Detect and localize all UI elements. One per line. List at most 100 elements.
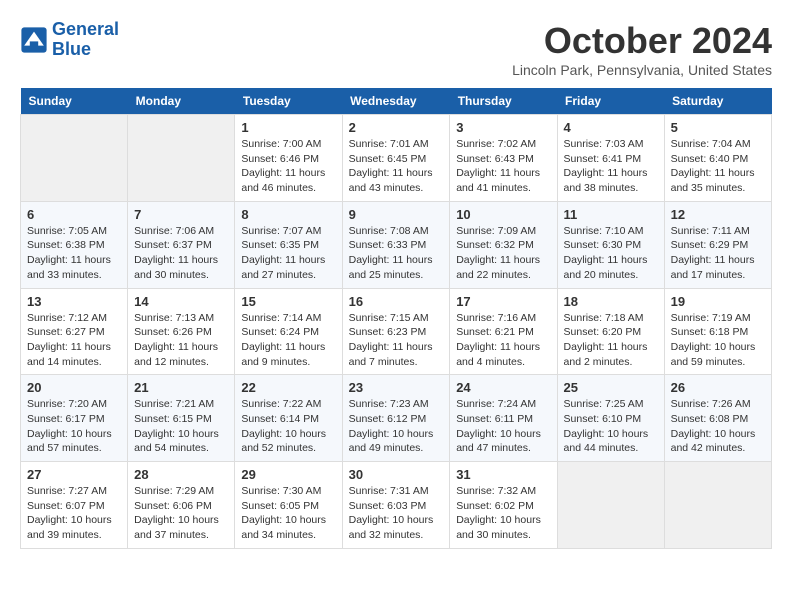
day-number: 3	[456, 120, 550, 135]
day-number: 14	[134, 294, 228, 309]
calendar-cell: 21 Sunrise: 7:21 AM Sunset: 6:15 PM Dayli…	[128, 375, 235, 462]
day-info: Sunrise: 7:27 AM Sunset: 6:07 PM Dayligh…	[27, 484, 121, 543]
day-number: 18	[564, 294, 658, 309]
calendar-cell: 19Sunrise: 7:19 AM Sunset: 6:18 PM Dayli…	[664, 288, 771, 375]
day-info: Sunrise: 7:22 AM Sunset: 6:14 PM Dayligh…	[241, 397, 335, 456]
day-info: Sunrise: 7:21 AM Sunset: 6:15 PM Dayligh…	[134, 397, 228, 456]
day-number: 23	[349, 380, 444, 395]
week-row-2: 6 Sunrise: 7:05 AM Sunset: 6:38 PM Daylig…	[21, 201, 772, 288]
calendar-cell: 5 Sunrise: 7:04 AM Sunset: 6:40 PM Daylig…	[664, 115, 771, 202]
calendar-cell: 11Sunrise: 7:10 AM Sunset: 6:30 PM Dayli…	[557, 201, 664, 288]
calendar-cell: 18 Sunrise: 7:18 AM Sunset: 6:20 PM Dayli…	[557, 288, 664, 375]
calendar-cell: 7Sunrise: 7:06 AM Sunset: 6:37 PM Daylig…	[128, 201, 235, 288]
day-info: Sunrise: 7:16 AM Sunset: 6:21 PM Dayligh…	[456, 311, 550, 370]
title-block: October 2024 Lincoln Park, Pennsylvania,…	[512, 20, 772, 78]
day-info: Sunrise: 7:30 AM Sunset: 6:05 PM Dayligh…	[241, 484, 335, 543]
day-info: Sunrise: 7:12 AM Sunset: 6:27 PM Dayligh…	[27, 311, 121, 370]
day-info: Sunrise: 7:19 AM Sunset: 6:18 PM Dayligh…	[671, 311, 765, 370]
day-info: Sunrise: 7:07 AM Sunset: 6:35 PM Dayligh…	[241, 224, 335, 283]
calendar-cell: 1 Sunrise: 7:00 AM Sunset: 6:46 PM Daylig…	[235, 115, 342, 202]
day-info: Sunrise: 7:05 AM Sunset: 6:38 PM Dayligh…	[27, 224, 121, 283]
calendar-cell: 27 Sunrise: 7:27 AM Sunset: 6:07 PM Dayli…	[21, 462, 128, 549]
day-number: 24	[456, 380, 550, 395]
day-number: 17	[456, 294, 550, 309]
day-info: Sunrise: 7:15 AM Sunset: 6:23 PM Dayligh…	[349, 311, 444, 370]
calendar-cell: 24 Sunrise: 7:24 AM Sunset: 6:11 PM Dayli…	[450, 375, 557, 462]
calendar-cell: 20Sunrise: 7:20 AM Sunset: 6:17 PM Dayli…	[21, 375, 128, 462]
calendar-cell: 4Sunrise: 7:03 AM Sunset: 6:41 PM Daylig…	[557, 115, 664, 202]
day-number: 22	[241, 380, 335, 395]
day-number: 16	[349, 294, 444, 309]
day-info: Sunrise: 7:20 AM Sunset: 6:17 PM Dayligh…	[27, 397, 121, 456]
day-info: Sunrise: 7:26 AM Sunset: 6:08 PM Dayligh…	[671, 397, 765, 456]
month-title: October 2024	[512, 20, 772, 62]
day-number: 26	[671, 380, 765, 395]
day-number: 27	[27, 467, 121, 482]
day-info: Sunrise: 7:23 AM Sunset: 6:12 PM Dayligh…	[349, 397, 444, 456]
page-header: General Blue October 2024 Lincoln Park, …	[20, 20, 772, 78]
weekday-header-monday: Monday	[128, 88, 235, 115]
weekday-header-saturday: Saturday	[664, 88, 771, 115]
day-info: Sunrise: 7:24 AM Sunset: 6:11 PM Dayligh…	[456, 397, 550, 456]
logo-line1: General	[52, 19, 119, 39]
logo: General Blue	[20, 20, 119, 60]
day-info: Sunrise: 7:00 AM Sunset: 6:46 PM Dayligh…	[241, 137, 335, 196]
logo-text: General Blue	[52, 20, 119, 60]
calendar-cell: 15Sunrise: 7:14 AM Sunset: 6:24 PM Dayli…	[235, 288, 342, 375]
calendar-cell: 25Sunrise: 7:25 AM Sunset: 6:10 PM Dayli…	[557, 375, 664, 462]
calendar-cell: 6 Sunrise: 7:05 AM Sunset: 6:38 PM Daylig…	[21, 201, 128, 288]
day-info: Sunrise: 7:31 AM Sunset: 6:03 PM Dayligh…	[349, 484, 444, 543]
calendar-table: SundayMondayTuesdayWednesdayThursdayFrid…	[20, 88, 772, 549]
day-number: 9	[349, 207, 444, 222]
day-number: 1	[241, 120, 335, 135]
day-number: 21	[134, 380, 228, 395]
day-info: Sunrise: 7:01 AM Sunset: 6:45 PM Dayligh…	[349, 137, 444, 196]
day-number: 11	[564, 207, 658, 222]
calendar-cell	[664, 462, 771, 549]
logo-icon	[20, 26, 48, 54]
calendar-cell: 29 Sunrise: 7:30 AM Sunset: 6:05 PM Dayli…	[235, 462, 342, 549]
day-info: Sunrise: 7:04 AM Sunset: 6:40 PM Dayligh…	[671, 137, 765, 196]
calendar-cell: 16 Sunrise: 7:15 AM Sunset: 6:23 PM Dayli…	[342, 288, 450, 375]
day-number: 7	[134, 207, 228, 222]
day-info: Sunrise: 7:25 AM Sunset: 6:10 PM Dayligh…	[564, 397, 658, 456]
calendar-cell	[557, 462, 664, 549]
calendar-cell: 10 Sunrise: 7:09 AM Sunset: 6:32 PM Dayli…	[450, 201, 557, 288]
calendar-cell: 23 Sunrise: 7:23 AM Sunset: 6:12 PM Dayli…	[342, 375, 450, 462]
weekday-header-wednesday: Wednesday	[342, 88, 450, 115]
weekday-header-friday: Friday	[557, 88, 664, 115]
day-info: Sunrise: 7:29 AM Sunset: 6:06 PM Dayligh…	[134, 484, 228, 543]
day-info: Sunrise: 7:18 AM Sunset: 6:20 PM Dayligh…	[564, 311, 658, 370]
day-number: 29	[241, 467, 335, 482]
day-info: Sunrise: 7:08 AM Sunset: 6:33 PM Dayligh…	[349, 224, 444, 283]
calendar-cell: 12Sunrise: 7:11 AM Sunset: 6:29 PM Dayli…	[664, 201, 771, 288]
weekday-header-tuesday: Tuesday	[235, 88, 342, 115]
location: Lincoln Park, Pennsylvania, United State…	[512, 62, 772, 78]
weekday-header-sunday: Sunday	[21, 88, 128, 115]
week-row-1: 1 Sunrise: 7:00 AM Sunset: 6:46 PM Daylig…	[21, 115, 772, 202]
calendar-cell	[21, 115, 128, 202]
day-number: 13	[27, 294, 121, 309]
week-row-5: 27 Sunrise: 7:27 AM Sunset: 6:07 PM Dayli…	[21, 462, 772, 549]
calendar-cell: 14Sunrise: 7:13 AM Sunset: 6:26 PM Dayli…	[128, 288, 235, 375]
calendar-cell: 2Sunrise: 7:01 AM Sunset: 6:45 PM Daylig…	[342, 115, 450, 202]
logo-line2: Blue	[52, 39, 91, 59]
calendar-cell: 13 Sunrise: 7:12 AM Sunset: 6:27 PM Dayli…	[21, 288, 128, 375]
day-number: 6	[27, 207, 121, 222]
calendar-cell: 30Sunrise: 7:31 AM Sunset: 6:03 PM Dayli…	[342, 462, 450, 549]
calendar-cell: 22 Sunrise: 7:22 AM Sunset: 6:14 PM Dayli…	[235, 375, 342, 462]
calendar-cell: 9 Sunrise: 7:08 AM Sunset: 6:33 PM Daylig…	[342, 201, 450, 288]
calendar-cell: 28 Sunrise: 7:29 AM Sunset: 6:06 PM Dayli…	[128, 462, 235, 549]
day-number: 4	[564, 120, 658, 135]
calendar-cell: 17 Sunrise: 7:16 AM Sunset: 6:21 PM Dayli…	[450, 288, 557, 375]
day-number: 10	[456, 207, 550, 222]
weekday-header-thursday: Thursday	[450, 88, 557, 115]
day-number: 5	[671, 120, 765, 135]
day-info: Sunrise: 7:32 AM Sunset: 6:02 PM Dayligh…	[456, 484, 550, 543]
day-info: Sunrise: 7:02 AM Sunset: 6:43 PM Dayligh…	[456, 137, 550, 196]
calendar-cell: 3 Sunrise: 7:02 AM Sunset: 6:43 PM Daylig…	[450, 115, 557, 202]
calendar-cell	[128, 115, 235, 202]
day-info: Sunrise: 7:09 AM Sunset: 6:32 PM Dayligh…	[456, 224, 550, 283]
day-number: 28	[134, 467, 228, 482]
day-info: Sunrise: 7:11 AM Sunset: 6:29 PM Dayligh…	[671, 224, 765, 283]
